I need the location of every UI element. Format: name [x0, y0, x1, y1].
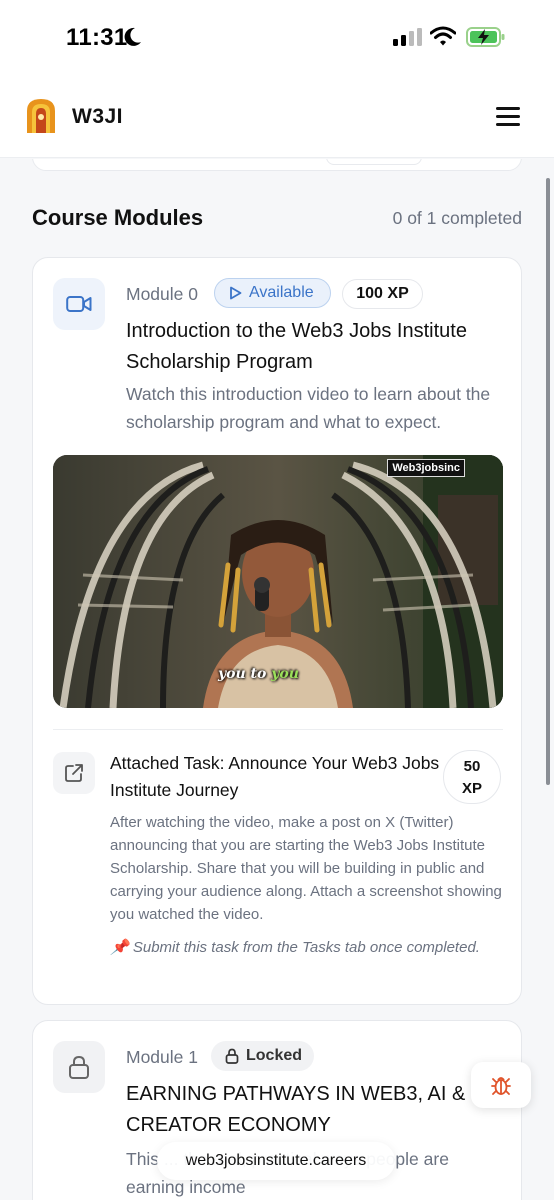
status-badge: Locked [211, 1041, 314, 1071]
module-label: Module 1 [126, 1047, 198, 1067]
status-bar: 11:31 [0, 0, 554, 78]
scrollbar[interactable] [546, 178, 550, 785]
module-card-0[interactable]: Module 0 Available 100 XP Introduction t… [32, 257, 522, 1005]
main-content[interactable]: Course Modules 0 of 1 completed Module 0… [0, 159, 554, 1200]
module-title[interactable]: Introduction to the Web3 Jobs Institute … [126, 316, 511, 378]
play-icon [230, 286, 242, 300]
wifi-icon [430, 26, 456, 46]
bug-icon [491, 1077, 511, 1095]
previous-card [32, 159, 522, 171]
brand-name[interactable]: W3JI [72, 105, 123, 129]
module-icon [53, 1041, 105, 1093]
module-label: Module 0 [126, 284, 198, 304]
moon-icon [124, 27, 141, 46]
divider [53, 729, 503, 730]
battery-charging-icon [466, 27, 505, 47]
section-title: Course Modules [32, 205, 204, 230]
status-time: 11:31 [66, 24, 128, 51]
status-badge: Available [214, 278, 331, 308]
status-badge-label: Locked [246, 1047, 303, 1064]
previous-card-pill [326, 159, 422, 165]
section-progress: 0 of 1 completed [392, 208, 522, 228]
task-note: 📌 Submit this task from the Tasks tab on… [110, 939, 480, 956]
task-icon[interactable] [53, 752, 95, 794]
menu-button[interactable] [492, 102, 524, 132]
w3ji-logo [27, 99, 55, 133]
task-title[interactable]: Attached Task: Announce Your Web3 Jobs I… [110, 750, 450, 804]
module-description: Watch this introduction video to learn a… [126, 384, 491, 432]
task-description: After watching the video, make a post on… [110, 814, 502, 923]
video-camera-icon [66, 296, 92, 312]
menu-icon [496, 107, 520, 110]
module-title[interactable]: EARNING PATHWAYS IN WEB3, AI & CREATOR E… [126, 1079, 511, 1141]
status-badge-label: Available [249, 284, 314, 301]
external-link-icon [65, 764, 83, 782]
app-header: W3JI [0, 78, 554, 158]
lock-icon [225, 1048, 239, 1064]
module-icon [53, 278, 105, 330]
video-player[interactable]: Web3jobsinc you to you [53, 455, 503, 708]
browser-url-bar[interactable]: web3jobsinstitute.careers [157, 1142, 395, 1180]
signal-icon [393, 28, 422, 46]
video-watermark: Web3jobsinc [387, 459, 465, 477]
task-xp-badge: 50 XP [443, 750, 501, 804]
xp-badge: 100 XP [342, 279, 423, 309]
video-caption: you to you [218, 666, 299, 682]
report-bug-button[interactable] [471, 1062, 531, 1108]
lock-icon [69, 1055, 89, 1079]
